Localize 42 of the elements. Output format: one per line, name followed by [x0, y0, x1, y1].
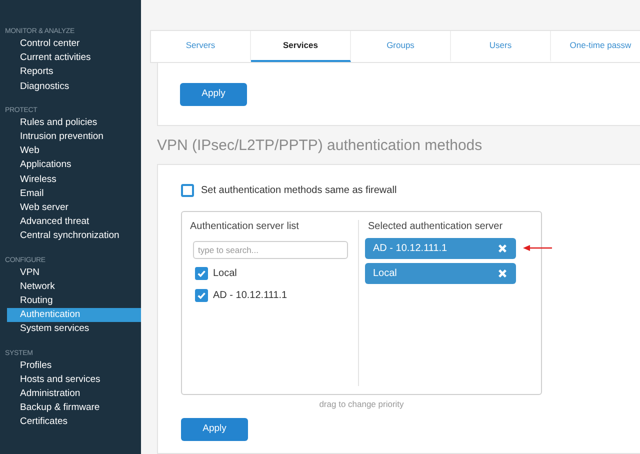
sidebar-item[interactable]: Central synchronization [7, 229, 141, 244]
sidebar-item[interactable]: Advanced threat [7, 215, 141, 230]
search-field[interactable]: type to search... [193, 241, 348, 259]
section-title: VPN (IPsec/L2TP/PPTP) authentication methods [157, 137, 484, 155]
arrow-icon [523, 244, 553, 252]
sidebar-item[interactable]: Network [7, 280, 141, 294]
apply-button[interactable]: Apply [180, 82, 247, 106]
tab[interactable]: One-time passw [551, 31, 640, 62]
sidebar-item[interactable]: Web [7, 144, 141, 158]
sidebar-item[interactable]: Routing [7, 294, 141, 308]
hint-text: drag to change priority [318, 398, 405, 411]
sidebar-item[interactable]: Hosts and services [7, 372, 141, 388]
apply-button[interactable]: Apply [181, 418, 248, 441]
checkbox-label: Set authentication methods same as firewall [201, 184, 397, 198]
checkbox[interactable] [181, 184, 194, 197]
tab[interactable]: Users [451, 31, 551, 62]
sidebar-item[interactable]: VPN [7, 266, 141, 280]
sidebar-item[interactable]: System services [7, 322, 141, 337]
list-title: Authentication server list [190, 220, 300, 234]
sidebar-item[interactable]: Reports [7, 65, 141, 80]
sidebar-item[interactable]: Diagnostics [7, 80, 141, 94]
close-icon[interactable] [498, 244, 507, 253]
tab[interactable]: Servers [151, 31, 251, 62]
tab[interactable]: Groups [351, 31, 451, 62]
close-icon[interactable] [498, 269, 507, 278]
sidebar-item[interactable]: Control center [7, 37, 141, 52]
sidebar-item[interactable]: Applications [7, 158, 141, 173]
sidebar-item[interactable]: Profiles [7, 358, 141, 373]
checkbox[interactable] [195, 267, 208, 280]
sidebar-item[interactable]: Rules and policies [7, 116, 141, 130]
sidebar-item[interactable]: Intrusion prevention [7, 130, 141, 144]
sidebar-item[interactable]: Backup & firmware [7, 401, 141, 416]
sidebar-item[interactable]: Web server [7, 201, 141, 216]
sidebar-item[interactable]: Certificates [7, 415, 141, 430]
sidebar-item[interactable]: Wireless [7, 172, 141, 187]
list-title: Selected authentication server [368, 220, 504, 234]
sidebar-item[interactable]: Administration [7, 387, 141, 402]
sidebar-item[interactable]: Current activities [7, 51, 141, 66]
server-label: AD - 10.12.111.1 [213, 289, 288, 303]
checkbox[interactable] [195, 289, 208, 302]
sidebar-item[interactable]: Email [7, 186, 141, 202]
server-label: Local [213, 267, 237, 281]
